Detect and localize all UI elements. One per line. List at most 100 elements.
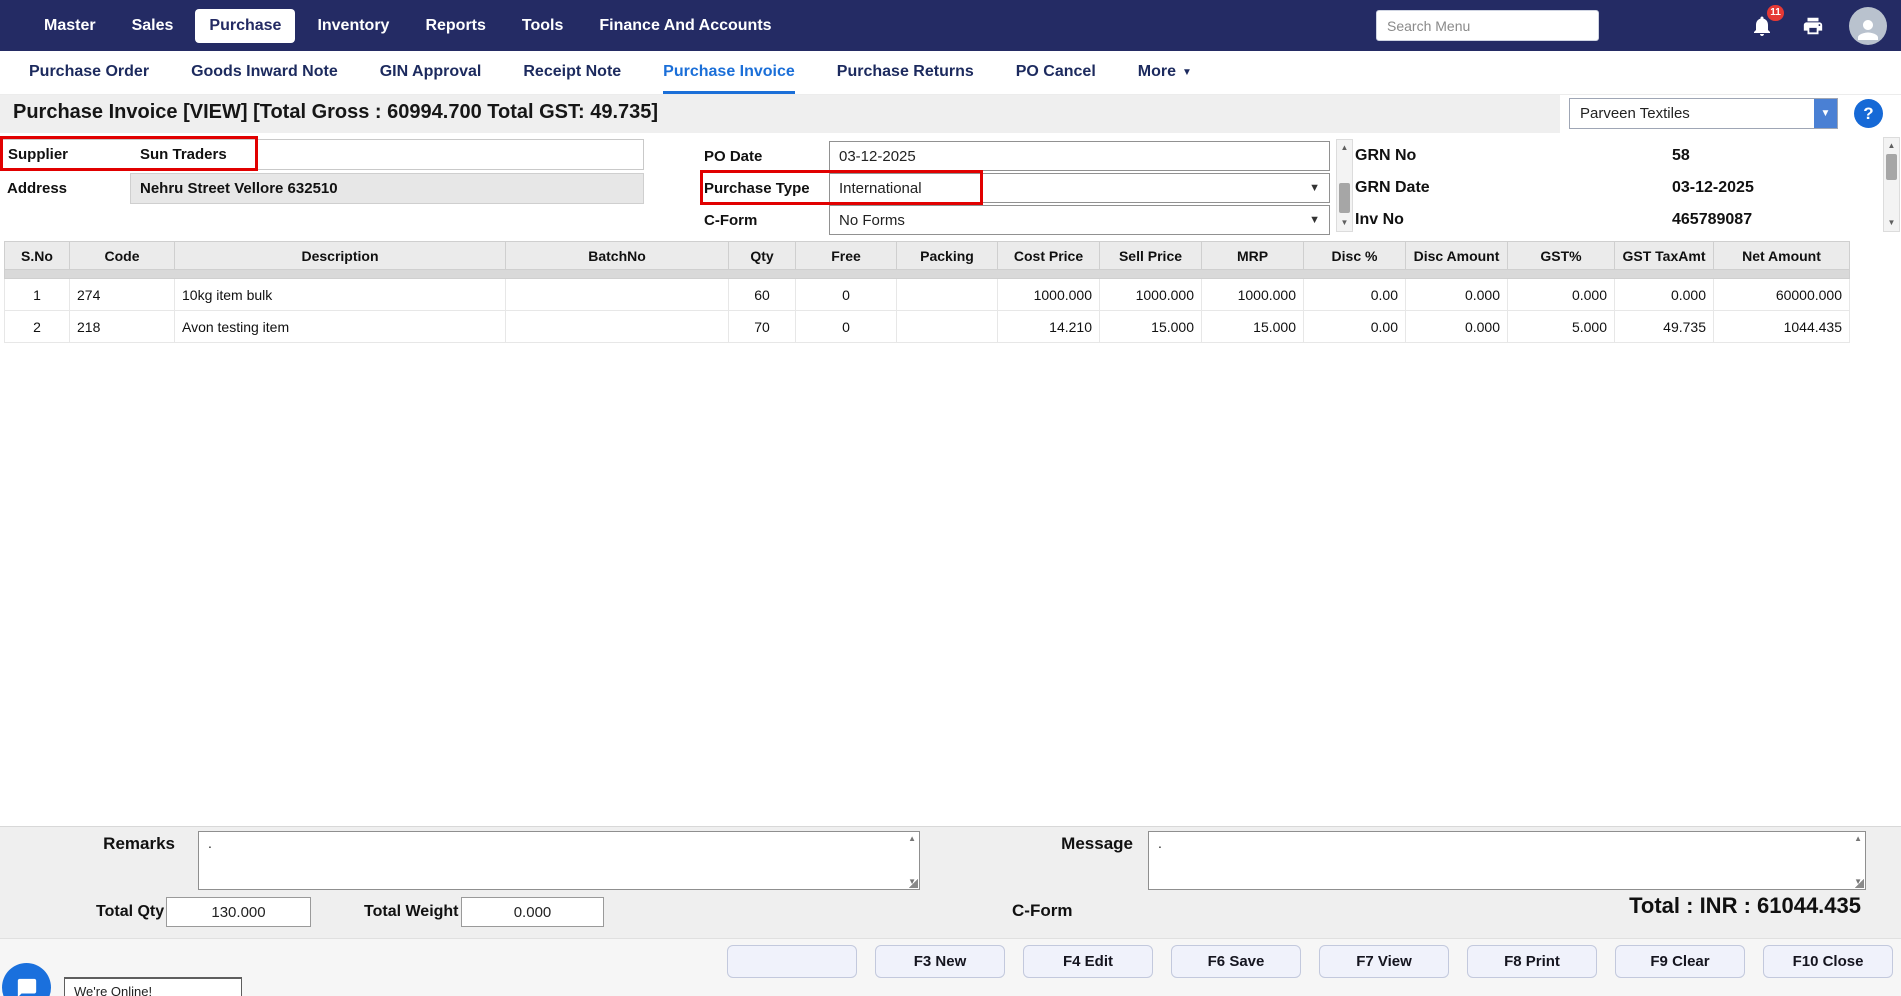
cell-sno: 1 — [5, 279, 70, 311]
grn-date-label: GRN Date — [1355, 179, 1430, 197]
cell-description: 10kg item bulk — [175, 279, 506, 311]
total-qty-input[interactable] — [166, 897, 311, 927]
supplier-value: Sun Traders — [131, 140, 643, 169]
help-button[interactable]: ? — [1854, 99, 1883, 128]
subnav-po-cancel[interactable]: PO Cancel — [1016, 51, 1096, 94]
col-disc-amount: Disc Amount — [1406, 242, 1508, 270]
textarea-scroll-up-icon[interactable]: ▲ — [1854, 834, 1862, 843]
cell-sell-price: 1000.000 — [1100, 279, 1202, 311]
subnav-receipt-note[interactable]: Receipt Note — [523, 51, 621, 94]
table-row[interactable]: 1 274 10kg item bulk 60 0 1000.000 1000.… — [5, 279, 1850, 311]
cell-net-amount: 60000.000 — [1714, 279, 1850, 311]
button-f3-new[interactable]: F3 New — [875, 945, 1005, 978]
remarks-textarea[interactable]: . ▲ ▼ — [198, 831, 920, 890]
purchase-type-select[interactable]: International ▼ — [829, 173, 1330, 203]
cell-disc-amount: 0.000 — [1406, 311, 1508, 343]
message-label: Message — [1040, 834, 1133, 854]
scroll-up-icon[interactable]: ▲ — [1884, 139, 1899, 153]
purchase-type-label: Purchase Type — [704, 180, 810, 197]
button-bar: F3 New F4 Edit F6 Save F7 View F8 Print … — [0, 938, 1901, 996]
chevron-down-icon[interactable]: ▼ — [1814, 99, 1837, 128]
button-blank[interactable] — [727, 945, 857, 978]
chat-bubble-icon — [16, 977, 38, 996]
nav-purchase[interactable]: Purchase — [195, 9, 295, 43]
cform-select[interactable]: No Forms ▼ — [829, 205, 1330, 235]
cell-net-amount: 1044.435 — [1714, 311, 1850, 343]
subnav-purchase-invoice[interactable]: Purchase Invoice — [663, 51, 795, 94]
button-f7-view[interactable]: F7 View — [1319, 945, 1449, 978]
nav-finance-and-accounts[interactable]: Finance And Accounts — [585, 9, 785, 43]
chat-status-box[interactable]: We're Online! — [64, 977, 242, 996]
nav-master[interactable]: Master — [30, 9, 110, 43]
chevron-down-icon: ▼ — [1309, 214, 1320, 226]
page-scrollbar[interactable]: ▲ ▼ — [1883, 137, 1900, 232]
subnav-goods-inward-note[interactable]: Goods Inward Note — [191, 51, 338, 94]
company-select-value: Parveen Textiles — [1570, 105, 1814, 122]
cell-batchno — [506, 279, 729, 311]
printer-icon[interactable] — [1801, 14, 1825, 38]
chat-status-text: We're Online! — [74, 984, 152, 996]
subnav-gin-approval[interactable]: GIN Approval — [380, 51, 482, 94]
nav-reports[interactable]: Reports — [411, 9, 499, 43]
po-date-input[interactable] — [829, 141, 1330, 171]
page-title: Purchase Invoice [VIEW] [Total Gross : 6… — [13, 101, 658, 124]
message-text: . — [1158, 835, 1162, 851]
resize-grip-icon[interactable] — [908, 878, 918, 888]
message-textarea[interactable]: . ▲ ▼ — [1148, 831, 1866, 890]
button-f6-save[interactable]: F6 Save — [1171, 945, 1301, 978]
supplier-field[interactable]: Supplier Sun Traders — [0, 139, 644, 170]
textarea-scroll-up-icon[interactable]: ▲ — [908, 834, 916, 843]
col-gst-taxamt: GST TaxAmt — [1615, 242, 1714, 270]
scrollbar-thumb[interactable] — [1339, 183, 1350, 213]
col-cost-price: Cost Price — [998, 242, 1100, 270]
scroll-down-icon[interactable]: ▼ — [1884, 216, 1899, 230]
total-weight-input[interactable] — [461, 897, 604, 927]
subnav-purchase-order[interactable]: Purchase Order — [29, 51, 149, 94]
col-qty: Qty — [729, 242, 796, 270]
button-f8-print[interactable]: F8 Print — [1467, 945, 1597, 978]
col-batchno: BatchNo — [506, 242, 729, 270]
button-f4-edit[interactable]: F4 Edit — [1023, 945, 1153, 978]
cell-free: 0 — [796, 279, 897, 311]
cell-gst-taxamt: 0.000 — [1615, 279, 1714, 311]
button-f9-clear[interactable]: F9 Clear — [1615, 945, 1745, 978]
bell-icon[interactable]: 11 — [1749, 13, 1775, 39]
nav-sales[interactable]: Sales — [118, 9, 188, 43]
total-weight-label: Total Weight — [364, 903, 459, 921]
nav-inventory[interactable]: Inventory — [303, 9, 403, 43]
remarks-label: Remarks — [100, 834, 175, 854]
subnav-purchase-returns[interactable]: Purchase Returns — [837, 51, 974, 94]
inv-no-value: 465789087 — [1672, 211, 1752, 229]
scroll-up-icon[interactable]: ▲ — [1337, 141, 1352, 155]
scrollbar-thumb[interactable] — [1886, 154, 1897, 180]
col-code: Code — [70, 242, 175, 270]
cell-sell-price: 15.000 — [1100, 311, 1202, 343]
remarks-text: . — [208, 835, 212, 851]
cell-description: Avon testing item — [175, 311, 506, 343]
table-header-row: S.No Code Description BatchNo Qty Free P… — [5, 242, 1850, 270]
search-input[interactable] — [1376, 10, 1599, 41]
cell-gst-taxamt: 49.735 — [1615, 311, 1714, 343]
col-mrp: MRP — [1202, 242, 1304, 270]
table-strip-row — [5, 270, 1850, 279]
po-date-label: PO Date — [704, 148, 762, 165]
cell-disc-amount: 0.000 — [1406, 279, 1508, 311]
form-scrollbar[interactable]: ▲ ▼ — [1336, 139, 1353, 232]
avatar[interactable] — [1849, 7, 1887, 45]
nav-tools[interactable]: Tools — [508, 9, 577, 43]
cell-mrp: 1000.000 — [1202, 279, 1304, 311]
cform-value: No Forms — [839, 212, 905, 229]
app-window: Master Sales Purchase Inventory Reports … — [0, 0, 1901, 996]
scroll-down-icon[interactable]: ▼ — [1337, 216, 1352, 230]
button-f10-close[interactable]: F10 Close — [1763, 945, 1893, 978]
table-row[interactable]: 2 218 Avon testing item 70 0 14.210 15.0… — [5, 311, 1850, 343]
cform-label: C-Form — [704, 212, 757, 229]
subnav-more[interactable]: More ▼ — [1138, 51, 1192, 94]
cell-batchno — [506, 311, 729, 343]
cell-code: 218 — [70, 311, 175, 343]
company-select[interactable]: Parveen Textiles ▼ — [1569, 98, 1838, 129]
top-navbar: Master Sales Purchase Inventory Reports … — [0, 0, 1901, 51]
cform-bottom-label: C-Form — [1012, 901, 1072, 921]
col-description: Description — [175, 242, 506, 270]
resize-grip-icon[interactable] — [1854, 878, 1864, 888]
